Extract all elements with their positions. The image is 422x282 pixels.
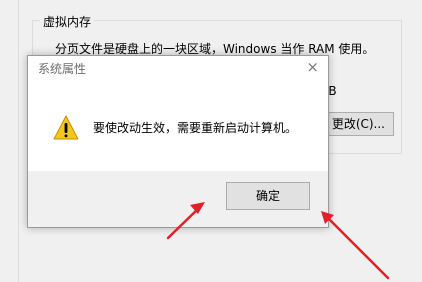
annotation-arrow-left xyxy=(166,202,205,240)
annotation-arrow-right xyxy=(321,211,390,280)
annotation-arrows xyxy=(166,202,390,280)
